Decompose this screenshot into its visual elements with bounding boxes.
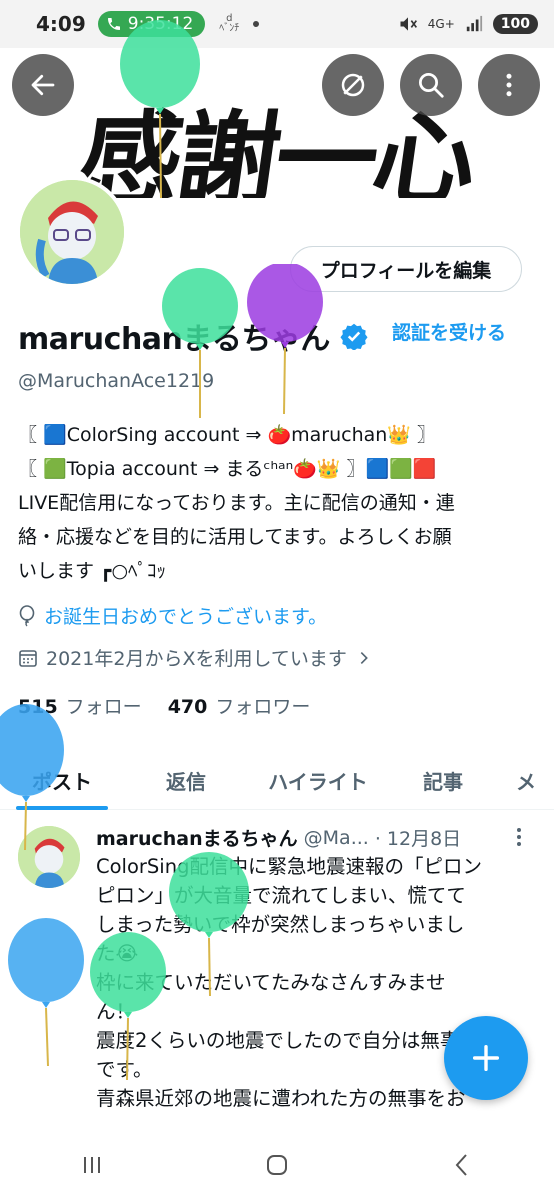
followers-link[interactable]: 470 フォロワー — [168, 692, 311, 719]
balloon-icon — [8, 918, 84, 1067]
plus-icon — [472, 1044, 500, 1072]
recent-apps-icon[interactable] — [77, 1150, 107, 1180]
eye-slash-icon — [341, 73, 365, 97]
following-label: フォロー — [65, 696, 142, 718]
mute-icon — [400, 17, 417, 31]
search-button[interactable] — [400, 54, 462, 116]
balloon-icon — [19, 604, 35, 626]
profile-banner: 感謝一心 — [0, 48, 554, 198]
post-author-name[interactable]: maruchanまるちゃん — [96, 824, 298, 851]
balloon-icon — [120, 20, 200, 199]
network-type: 4G+ — [427, 17, 455, 31]
bio-line: 絡・応援などを目的に活用してます。よろしくお願 — [18, 526, 452, 548]
signal-icon — [466, 15, 482, 32]
tab-media[interactable]: メ — [498, 750, 554, 810]
avatar-illustration — [20, 180, 124, 284]
balloon-icon — [162, 268, 238, 418]
tab-articles[interactable]: 記事 — [388, 750, 498, 810]
hide-reposts-button[interactable] — [322, 54, 384, 116]
post-author-handle[interactable]: @Ma... — [304, 827, 369, 849]
more-vertical-icon — [517, 828, 521, 846]
birthday-row: お誕生日おめでとうございます。 — [18, 602, 327, 629]
status-bar: 4:09 9:35:12 dﾍﾞﾝﾁ 4G+ 100 — [0, 0, 554, 48]
post-header: maruchanまるちゃん @Ma... · 12月8日 — [96, 824, 461, 851]
balloon-icon — [90, 932, 166, 1081]
notification-dot — [253, 21, 260, 27]
profile-bio: 〖 🟦ColorSing account ⇒ 🍅maruchan👑 〗 〖 🟩T… — [18, 418, 538, 588]
bio-line: 〖 🟦ColorSing account ⇒ 🍅maruchan👑 〗 — [18, 424, 437, 446]
compose-post-button[interactable] — [444, 1016, 528, 1100]
get-verified-link[interactable]: 認証を受ける — [392, 318, 506, 345]
profile-tabs: ポスト 返信 ハイライト 記事 メ — [0, 750, 554, 810]
balloon-icon — [247, 264, 323, 415]
status-right: 4G+ 100 — [398, 14, 538, 34]
more-vertical-icon — [506, 73, 512, 97]
back-button[interactable] — [12, 54, 74, 116]
birthday-text: お誕生日おめでとうございます。 — [44, 606, 328, 628]
post-line: ColorSing配信中に緊急地震速報の「ピロン — [96, 855, 482, 878]
more-options-button[interactable] — [478, 54, 540, 116]
bio-line: 〖 🟩Topia account ⇒ まるᶜʰᵃⁿ🍅👑 〗🟦🟩🟥 — [18, 458, 437, 480]
tab-highlights[interactable]: ハイライト — [248, 750, 388, 810]
bio-line: いします ┏○ﾍﾟｺｯ — [18, 560, 167, 582]
joined-row[interactable]: 2021年2月からXを利用しています — [18, 644, 373, 671]
followers-label: フォロワー — [215, 696, 311, 718]
calendar-icon — [19, 649, 37, 667]
search-icon — [419, 73, 444, 98]
post-line: ピロン」が大音量で流れてしまい、慌てて — [96, 884, 466, 907]
joined-text: 2021年2月からXを利用しています — [46, 648, 347, 670]
post-more-button[interactable] — [514, 826, 524, 853]
post-date[interactable]: · 12月8日 — [375, 824, 461, 851]
verified-badge-icon[interactable] — [340, 322, 368, 350]
tab-replies[interactable]: 返信 — [124, 750, 248, 810]
system-nav-bar — [0, 1130, 554, 1200]
status-time: 4:09 — [36, 12, 86, 36]
balloon-icon — [0, 704, 64, 851]
back-nav-icon[interactable] — [447, 1150, 477, 1180]
followers-count: 470 — [167, 696, 208, 718]
balloon-icon — [169, 852, 249, 997]
bio-line: LIVE配信用になっております。主に配信の通知・連 — [18, 492, 455, 514]
notification-icon: d ﾍﾞﾝﾁ — [219, 13, 240, 34]
chevron-right-icon — [360, 651, 368, 664]
back-arrow-icon — [31, 74, 55, 96]
battery-indicator: 100 — [492, 14, 538, 34]
home-icon[interactable] — [262, 1150, 292, 1180]
